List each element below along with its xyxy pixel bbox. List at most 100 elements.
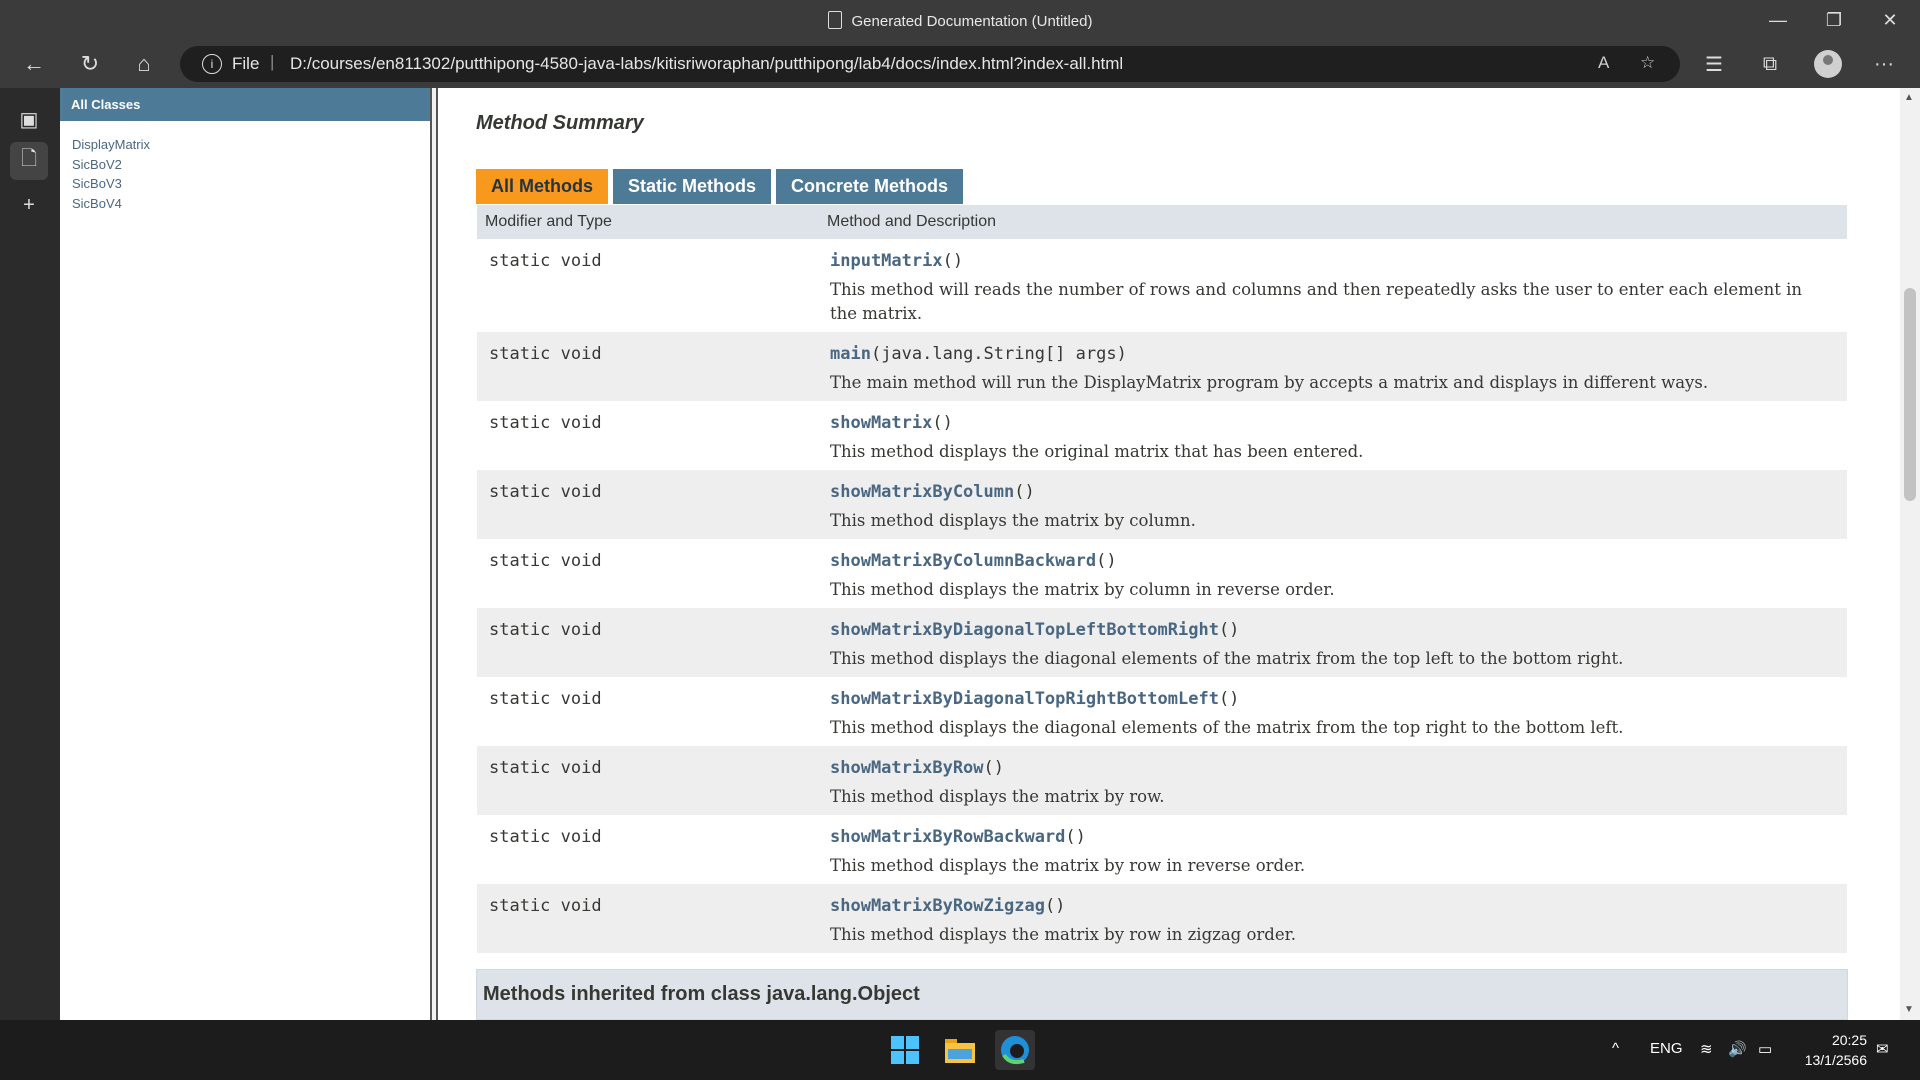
class-link[interactable]: DisplayMatrix [72, 135, 430, 155]
method-summary-table: Modifier and Type Method and Description… [477, 205, 1847, 953]
file-explorer-button[interactable] [940, 1030, 980, 1070]
modifier-type: static void [489, 896, 602, 916]
address-scheme: File [232, 54, 260, 73]
tab-static-methods[interactable]: Static Methods [613, 169, 772, 204]
method-args: () [1096, 551, 1117, 571]
scroll-up-icon[interactable]: ▲ [1904, 92, 1914, 103]
restore-button[interactable]: ❐ [1806, 0, 1862, 40]
back-icon: ← [23, 51, 45, 76]
info-icon[interactable]: i [202, 54, 222, 74]
frame-splitter[interactable] [430, 88, 438, 1020]
method-description: This method will reads the number of row… [830, 280, 1803, 323]
method-signature: showMatrixByDiagonalTopRightBottomLeft() [830, 689, 1239, 709]
system-clock[interactable]: 20:25 13/1/2566 [1795, 1030, 1867, 1070]
table-row: static void showMatrixByRow() This metho… [477, 746, 1847, 815]
method-link[interactable]: showMatrixByRowBackward [830, 827, 1065, 847]
refresh-button[interactable]: ↻ [72, 46, 108, 82]
method-signature: showMatrixByRowZigzag() [830, 896, 1065, 916]
method-args: () [942, 251, 964, 271]
method-args: () [983, 758, 1005, 778]
minimize-button[interactable]: — [1750, 0, 1806, 40]
volume-icon[interactable]: 🔊 [1728, 1040, 1747, 1058]
method-signature: showMatrixByColumnBackward() [830, 551, 1117, 571]
tab-concrete-methods[interactable]: Concrete Methods [776, 169, 964, 204]
folder-icon [945, 1039, 975, 1063]
class-link[interactable]: SicBoV4 [72, 194, 430, 214]
method-link[interactable]: showMatrixByRow [830, 758, 984, 778]
main-frame: Method Summary All Methods Static Method… [438, 88, 1900, 1020]
favorites-button[interactable]: ☰ [1694, 46, 1734, 82]
section-title: Method Summary [476, 112, 644, 134]
start-button[interactable] [885, 1030, 925, 1070]
address-bar[interactable]: i File | D:/courses/en811302/putthipong-… [180, 46, 1680, 82]
page-scrollbar[interactable]: ▲ ▼ [1900, 88, 1920, 1020]
taskbar: ^ ENG ≋ 🔊 ▭ 20:25 13/1/2566 ✉ [0, 1020, 1920, 1080]
profile-avatar[interactable] [1814, 50, 1842, 78]
show-hidden-icons[interactable]: ^ [1612, 1040, 1619, 1057]
table-row: static void showMatrixByColumn() This me… [477, 470, 1847, 539]
tab-all-methods[interactable]: All Methods [476, 169, 608, 204]
method-args: () [1044, 896, 1066, 916]
method-description: This method displays the diagonal elemen… [830, 718, 1624, 737]
method-signature: main(java.lang.String[] args) [830, 344, 1127, 364]
window-title-text: Generated Documentation (Untitled) [851, 13, 1093, 30]
method-args: () [1218, 689, 1240, 709]
edge-button[interactable] [995, 1030, 1035, 1070]
table-header: Modifier and Type Method and Description [477, 205, 1847, 239]
document-icon [827, 11, 842, 29]
scrollbar-thumb[interactable] [1904, 288, 1916, 501]
method-args: () [1014, 482, 1035, 502]
tab-actions-icon[interactable]: ▣ [10, 100, 48, 138]
settings-menu-button[interactable]: ··· [1864, 46, 1904, 82]
home-button[interactable]: ⌂ [126, 46, 162, 82]
method-link[interactable]: showMatrix [830, 413, 932, 433]
class-link[interactable]: SicBoV2 [72, 155, 430, 175]
method-link[interactable]: showMatrixByColumn [830, 482, 1014, 502]
method-args: () [1065, 827, 1086, 847]
method-args: () [932, 413, 953, 433]
window-title: Generated Documentation (Untitled) [0, 11, 1920, 30]
active-tab-icon[interactable]: 🗋 [10, 142, 48, 180]
table-row: static void showMatrixByRowZigzag() This… [477, 884, 1847, 953]
method-tabs: All Methods Static Methods Concrete Meth… [476, 169, 964, 204]
add-favorite-icon[interactable]: ☆ [1640, 53, 1655, 73]
method-link[interactable]: inputMatrix [830, 251, 943, 271]
method-description: This method displays the matrix by colum… [830, 580, 1335, 599]
read-aloud-icon[interactable]: A [1598, 53, 1609, 73]
method-description: The main method will run the DisplayMatr… [830, 373, 1709, 392]
scroll-down-icon[interactable]: ▼ [1904, 1004, 1914, 1015]
collections-icon: ⧉ [1762, 52, 1778, 75]
windows-icon [891, 1036, 919, 1064]
new-tab-icon[interactable]: + [10, 186, 48, 224]
table-row: static void showMatrixByDiagonalTopLeftB… [477, 608, 1847, 677]
modifier-type: static void [489, 413, 602, 433]
table-row: static void showMatrixByDiagonalTopRight… [477, 677, 1847, 746]
method-link[interactable]: showMatrixByDiagonalTopLeftBottomRight [830, 620, 1219, 640]
close-button[interactable]: ✕ [1862, 0, 1918, 40]
method-link[interactable]: showMatrixByDiagonalTopRightBottomLeft [830, 689, 1219, 709]
method-description: This method displays the matrix by row i… [830, 925, 1296, 944]
vertical-tabs: ▣ 🗋 + [0, 88, 58, 1020]
column-header: Method and Description [827, 213, 996, 230]
language-indicator[interactable]: ENG [1650, 1040, 1683, 1057]
back-button[interactable]: ← [16, 46, 52, 82]
method-args: () [1218, 620, 1240, 640]
battery-icon[interactable]: ▭ [1758, 1040, 1772, 1058]
modifier-type: static void [489, 344, 602, 364]
address-separator: | [270, 52, 275, 71]
window-titlebar: Generated Documentation (Untitled) — ❐ ✕ [0, 0, 1920, 40]
table-row: static void main(java.lang.String[] args… [477, 332, 1847, 401]
class-list-frame: All Classes DisplayMatrix SicBoV2 SicBoV… [60, 88, 430, 1020]
table-row: static void showMatrixByColumnBackward()… [477, 539, 1847, 608]
method-signature: showMatrixByRow() [830, 758, 1004, 778]
refresh-icon: ↻ [80, 51, 100, 76]
wifi-icon[interactable]: ≋ [1700, 1040, 1713, 1058]
address-url[interactable]: D:/courses/en811302/putthipong-4580-java… [290, 54, 1123, 74]
method-link[interactable]: showMatrixByRowZigzag [830, 896, 1045, 916]
collections-button[interactable]: ⧉ [1750, 46, 1790, 82]
class-link[interactable]: SicBoV3 [72, 174, 430, 194]
method-link[interactable]: showMatrixByColumnBackward [830, 551, 1096, 571]
method-link[interactable]: main [830, 344, 871, 364]
more-icon: ··· [1874, 52, 1894, 75]
notification-icon[interactable]: ✉ [1876, 1040, 1889, 1058]
